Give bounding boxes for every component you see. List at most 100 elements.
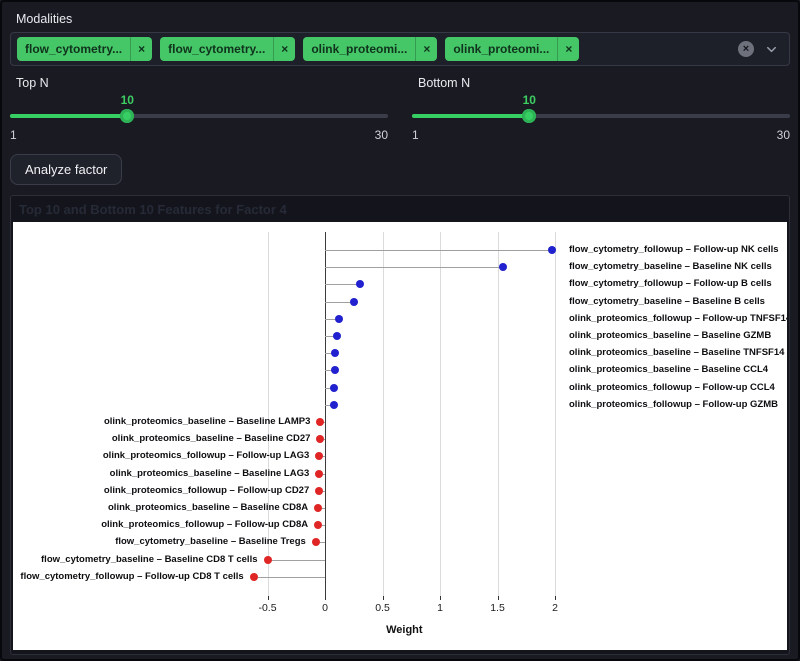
gridline [383, 232, 384, 596]
data-point [264, 556, 272, 564]
tick-mark [268, 596, 269, 600]
slider-track[interactable] [10, 114, 388, 118]
point-label: olink_proteomics_baseline – Baseline CD2… [112, 433, 311, 444]
tick-mark [383, 596, 384, 600]
tag-remove-icon[interactable]: × [130, 37, 152, 61]
select-controls: × [738, 41, 779, 57]
slider-range-labels: 1 30 [412, 128, 790, 142]
data-point [335, 315, 343, 323]
modality-tag-label: olink_proteomi... [445, 42, 557, 56]
top-n-slider[interactable]: 10 [10, 96, 388, 128]
data-point [548, 246, 556, 254]
slider-max-label: 30 [375, 128, 388, 142]
point-label: olink_proteomics_baseline – Baseline CD8… [108, 502, 308, 513]
point-label: olink_proteomics_baseline – Baseline LAM… [104, 416, 310, 427]
data-point [499, 263, 507, 271]
stem-line [325, 284, 360, 285]
slider-track[interactable] [412, 114, 790, 118]
x-axis-title: Weight [364, 624, 444, 636]
gridline [440, 232, 441, 596]
point-label: olink_proteomics_baseline – Baseline LAG… [110, 468, 310, 479]
bottom-n-value: 10 [523, 93, 536, 107]
data-point [314, 504, 322, 512]
tick-mark [555, 596, 556, 600]
chevron-down-icon[interactable] [764, 42, 779, 57]
point-label: flow_cytometry_baseline – Baseline NK ce… [569, 261, 772, 272]
slider-min-label: 1 [412, 128, 419, 142]
slider-min-label: 1 [10, 128, 17, 142]
point-label: olink_proteomics_followup – Follow-up CD… [104, 485, 309, 496]
sliders-row: Top N 10 1 30 Bottom N 10 1 30 [10, 76, 790, 142]
stem-line [325, 267, 503, 268]
data-point [316, 418, 324, 426]
top-n-label: Top N [16, 76, 388, 90]
data-point [333, 332, 341, 340]
point-label: olink_proteomics_baseline – Baseline GZM… [569, 330, 771, 341]
slider-handle[interactable] [120, 109, 134, 123]
slider-fill [412, 114, 529, 118]
slider-fill [10, 114, 127, 118]
x-tick-label: 2 [535, 602, 575, 614]
bottom-n-slider-group: Bottom N 10 1 30 [412, 76, 790, 142]
modality-tag: olink_proteomi... × [303, 37, 437, 61]
data-point [312, 538, 320, 546]
tag-remove-icon[interactable]: × [415, 37, 437, 61]
point-label: flow_cytometry_followup – Follow-up B ce… [569, 278, 772, 289]
data-point [315, 487, 323, 495]
selected-modality-tags: flow_cytometry... × flow_cytometry... × … [17, 37, 738, 61]
point-label: olink_proteomics_baseline – Baseline TNF… [569, 347, 784, 358]
modality-tag-label: flow_cytometry... [17, 42, 130, 56]
x-tick-label: -0.5 [248, 602, 288, 614]
x-tick-label: 1 [420, 602, 460, 614]
clear-all-icon[interactable]: × [738, 41, 754, 57]
point-label: flow_cytometry_followup – Follow-up CD8 … [20, 571, 243, 582]
stem-line [254, 577, 325, 578]
point-label: olink_proteomics_followup – Follow-up CC… [569, 382, 775, 393]
x-tick-label: 1.5 [478, 602, 518, 614]
tag-remove-icon[interactable]: × [557, 37, 579, 61]
x-tick-label: 0.5 [363, 602, 403, 614]
data-point [330, 401, 338, 409]
data-point [316, 435, 324, 443]
zero-axis-line [325, 232, 326, 596]
stem-line [325, 250, 552, 251]
bottom-n-slider[interactable]: 10 [412, 96, 790, 128]
point-label: flow_cytometry_followup – Follow-up NK c… [569, 244, 779, 255]
data-point [330, 384, 338, 392]
modality-tag: olink_proteomi... × [445, 37, 579, 61]
data-point [250, 573, 258, 581]
data-point [356, 280, 364, 288]
point-label: flow_cytometry_baseline – Baseline B cel… [569, 296, 765, 307]
data-point [331, 366, 339, 374]
analyze-factor-button[interactable]: Analyze factor [10, 154, 122, 185]
lollipop-chart: -0.5 0 0.5 1 1.5 2 flow_cytometry_followup – F… [13, 222, 787, 650]
factor-analysis-panel: Modalities flow_cytometry... × flow_cyto… [2, 2, 798, 655]
chart-card: Top 10 and Bottom 10 Features for Factor… [10, 195, 790, 655]
point-label: olink_proteomics_followup – Follow-up GZ… [569, 399, 778, 410]
stem-line [268, 560, 326, 561]
slider-max-label: 30 [777, 128, 790, 142]
modality-tag: flow_cytometry... × [160, 37, 295, 61]
gridline [498, 232, 499, 596]
slider-handle[interactable] [522, 109, 536, 123]
gridline [555, 232, 556, 596]
point-label: flow_cytometry_baseline – Baseline Tregs [115, 536, 306, 547]
x-tick-label: 0 [305, 602, 345, 614]
slider-range-labels: 1 30 [10, 128, 388, 142]
data-point [350, 298, 358, 306]
modalities-label: Modalities [16, 12, 790, 26]
tick-mark [440, 596, 441, 600]
modality-tag-label: olink_proteomi... [303, 42, 415, 56]
tag-remove-icon[interactable]: × [273, 37, 295, 61]
modalities-select[interactable]: flow_cytometry... × flow_cytometry... × … [10, 32, 790, 66]
bottom-n-label: Bottom N [418, 76, 790, 90]
data-point [315, 452, 323, 460]
data-point [331, 349, 339, 357]
top-n-slider-group: Top N 10 1 30 [10, 76, 388, 142]
point-label: olink_proteomics_baseline – Baseline CCL… [569, 364, 768, 375]
modality-tag: flow_cytometry... × [17, 37, 152, 61]
point-label: olink_proteomics_followup – Follow-up CD… [101, 519, 308, 530]
point-label: olink_proteomics_followup – Follow-up TN… [569, 313, 787, 324]
data-point [314, 521, 322, 529]
tick-mark [498, 596, 499, 600]
